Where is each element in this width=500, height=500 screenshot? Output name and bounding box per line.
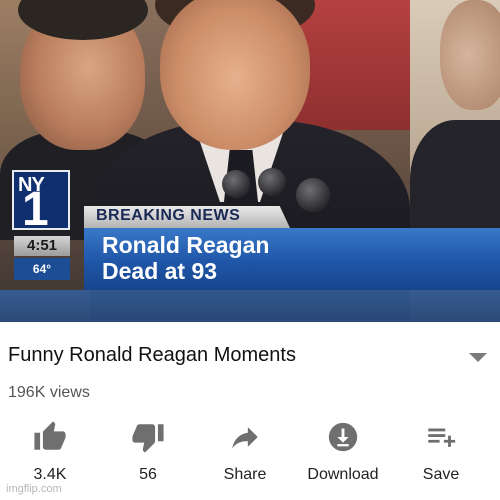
share-icon (232, 427, 258, 449)
clock-display: 4:51 (14, 236, 70, 256)
download-icon (328, 422, 358, 452)
dislike-count: 56 (139, 466, 157, 483)
video-title[interactable]: Funny Ronald Reagan Moments (8, 344, 296, 367)
share-label: Share (223, 466, 267, 483)
microphone (222, 170, 250, 198)
thumbs-up-icon (34, 421, 66, 450)
like-button[interactable]: 3.4K (10, 420, 90, 484)
dislike-button[interactable]: 56 (108, 420, 188, 484)
watermark: imgflip.com (6, 483, 62, 495)
microphone (258, 168, 286, 196)
ticker-stripe (0, 290, 500, 322)
download-label: Download (307, 466, 379, 483)
share-button[interactable]: Share (205, 420, 285, 484)
expand-description-icon[interactable] (469, 353, 487, 362)
temperature-display: 64° (14, 258, 70, 280)
like-count: 3.4K (33, 466, 67, 483)
microphone (296, 178, 330, 212)
speaker-head (160, 0, 310, 150)
view-count: 196K views (8, 384, 90, 401)
download-button[interactable]: Download (303, 420, 383, 484)
network-logo: NY 1 (12, 170, 70, 234)
network-logo-number: 1 (22, 183, 49, 236)
video-player[interactable]: NY 1 4:51 64° BREAKING NEWS Ronald Reaga… (0, 0, 500, 322)
playlist-add-icon (428, 428, 456, 447)
person-right-head (440, 0, 500, 110)
headline-line-1: Ronald Reagan (102, 232, 270, 258)
thumbs-down-icon (132, 424, 164, 453)
person-right-body (410, 120, 500, 240)
save-label: Save (422, 466, 460, 483)
headline-line-2: Dead at 93 (102, 258, 218, 284)
save-button[interactable]: Save (401, 420, 481, 484)
breaking-news-label: BREAKING NEWS (96, 207, 241, 224)
